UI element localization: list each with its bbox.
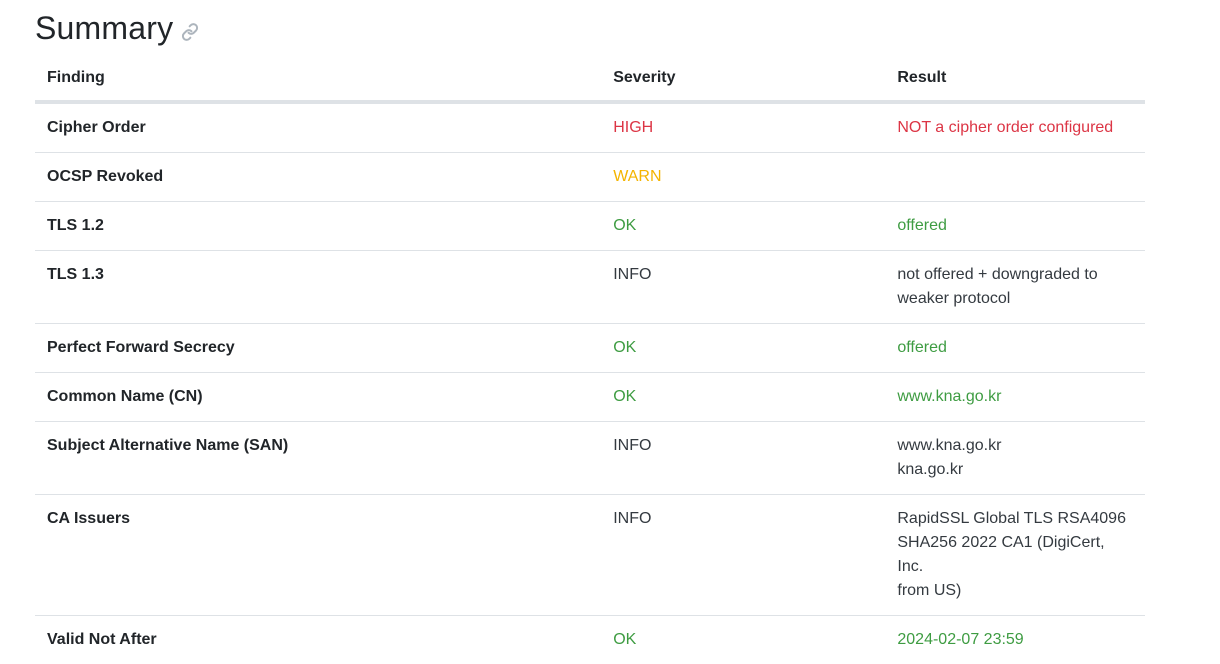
severity-cell: INFO: [601, 251, 885, 324]
finding-cell: CA Issuers: [35, 495, 601, 616]
result-cell: 2024-02-07 23:59: [885, 616, 1145, 664]
result-cell: [885, 153, 1145, 202]
column-header-result: Result: [885, 56, 1145, 102]
result-cell: not offered + downgraded toweaker protoc…: [885, 251, 1145, 324]
summary-table: Finding Severity Result Cipher OrderHIGH…: [35, 56, 1145, 664]
table-row: TLS 1.3INFOnot offered + downgraded towe…: [35, 251, 1145, 324]
result-cell: www.kna.go.krkna.go.kr: [885, 422, 1145, 495]
severity-cell: OK: [601, 202, 885, 251]
table-header: Finding Severity Result: [35, 56, 1145, 102]
result-line: 2024-02-07 23:59: [897, 628, 1133, 652]
result-cell: RapidSSL Global TLS RSA4096SHA256 2022 C…: [885, 495, 1145, 616]
result-line: kna.go.kr: [897, 458, 1133, 482]
table-row: CA IssuersINFORapidSSL Global TLS RSA409…: [35, 495, 1145, 616]
severity-cell: WARN: [601, 153, 885, 202]
table-row: Valid Not AfterOK 2024-02-07 23:59: [35, 616, 1145, 664]
result-line: www.kna.go.kr: [897, 385, 1133, 409]
finding-cell: Valid Not After: [35, 616, 601, 664]
finding-cell: OCSP Revoked: [35, 153, 601, 202]
finding-cell: Cipher Order: [35, 102, 601, 153]
severity-cell: OK: [601, 373, 885, 422]
result-line: weaker protocol: [897, 287, 1133, 311]
result-line: offered: [897, 336, 1133, 360]
column-header-severity: Severity: [601, 56, 885, 102]
severity-cell: INFO: [601, 422, 885, 495]
result-cell: www.kna.go.kr: [885, 373, 1145, 422]
column-header-finding: Finding: [35, 56, 601, 102]
page-title: Summary: [35, 0, 173, 56]
finding-cell: TLS 1.2: [35, 202, 601, 251]
table-body: Cipher OrderHIGH NOT a cipher order confi…: [35, 102, 1145, 664]
table-row: Cipher OrderHIGH NOT a cipher order confi…: [35, 102, 1145, 153]
table-row: OCSP RevokedWARN: [35, 153, 1145, 202]
severity-cell: OK: [601, 324, 885, 373]
table-row: Perfect Forward SecrecyOK offered: [35, 324, 1145, 373]
table-header-row: Finding Severity Result: [35, 56, 1145, 102]
finding-cell: Perfect Forward Secrecy: [35, 324, 601, 373]
result-line: SHA256 2022 CA1 (DigiCert, Inc.: [897, 531, 1133, 579]
table-row: TLS 1.2OK offered: [35, 202, 1145, 251]
link-icon[interactable]: [181, 23, 199, 41]
table-row: Subject Alternative Name (SAN)INFOwww.kn…: [35, 422, 1145, 495]
result-cell: offered: [885, 324, 1145, 373]
result-line: RapidSSL Global TLS RSA4096: [897, 507, 1133, 531]
result-line: NOT a cipher order configured: [897, 116, 1133, 140]
finding-cell: Common Name (CN): [35, 373, 601, 422]
result-line: not offered + downgraded to: [897, 263, 1133, 287]
severity-cell: INFO: [601, 495, 885, 616]
result-cell: offered: [885, 202, 1145, 251]
severity-cell: OK: [601, 616, 885, 664]
finding-cell: TLS 1.3: [35, 251, 601, 324]
summary-heading: Summary: [35, 0, 1145, 56]
severity-cell: HIGH: [601, 102, 885, 153]
result-line: from US): [897, 579, 1133, 603]
result-line: offered: [897, 214, 1133, 238]
result-cell: NOT a cipher order configured: [885, 102, 1145, 153]
result-line: www.kna.go.kr: [897, 434, 1133, 458]
finding-cell: Subject Alternative Name (SAN): [35, 422, 601, 495]
summary-section: Summary Finding Severity Result Cipher O…: [35, 0, 1145, 664]
table-row: Common Name (CN)OK www.kna.go.kr: [35, 373, 1145, 422]
